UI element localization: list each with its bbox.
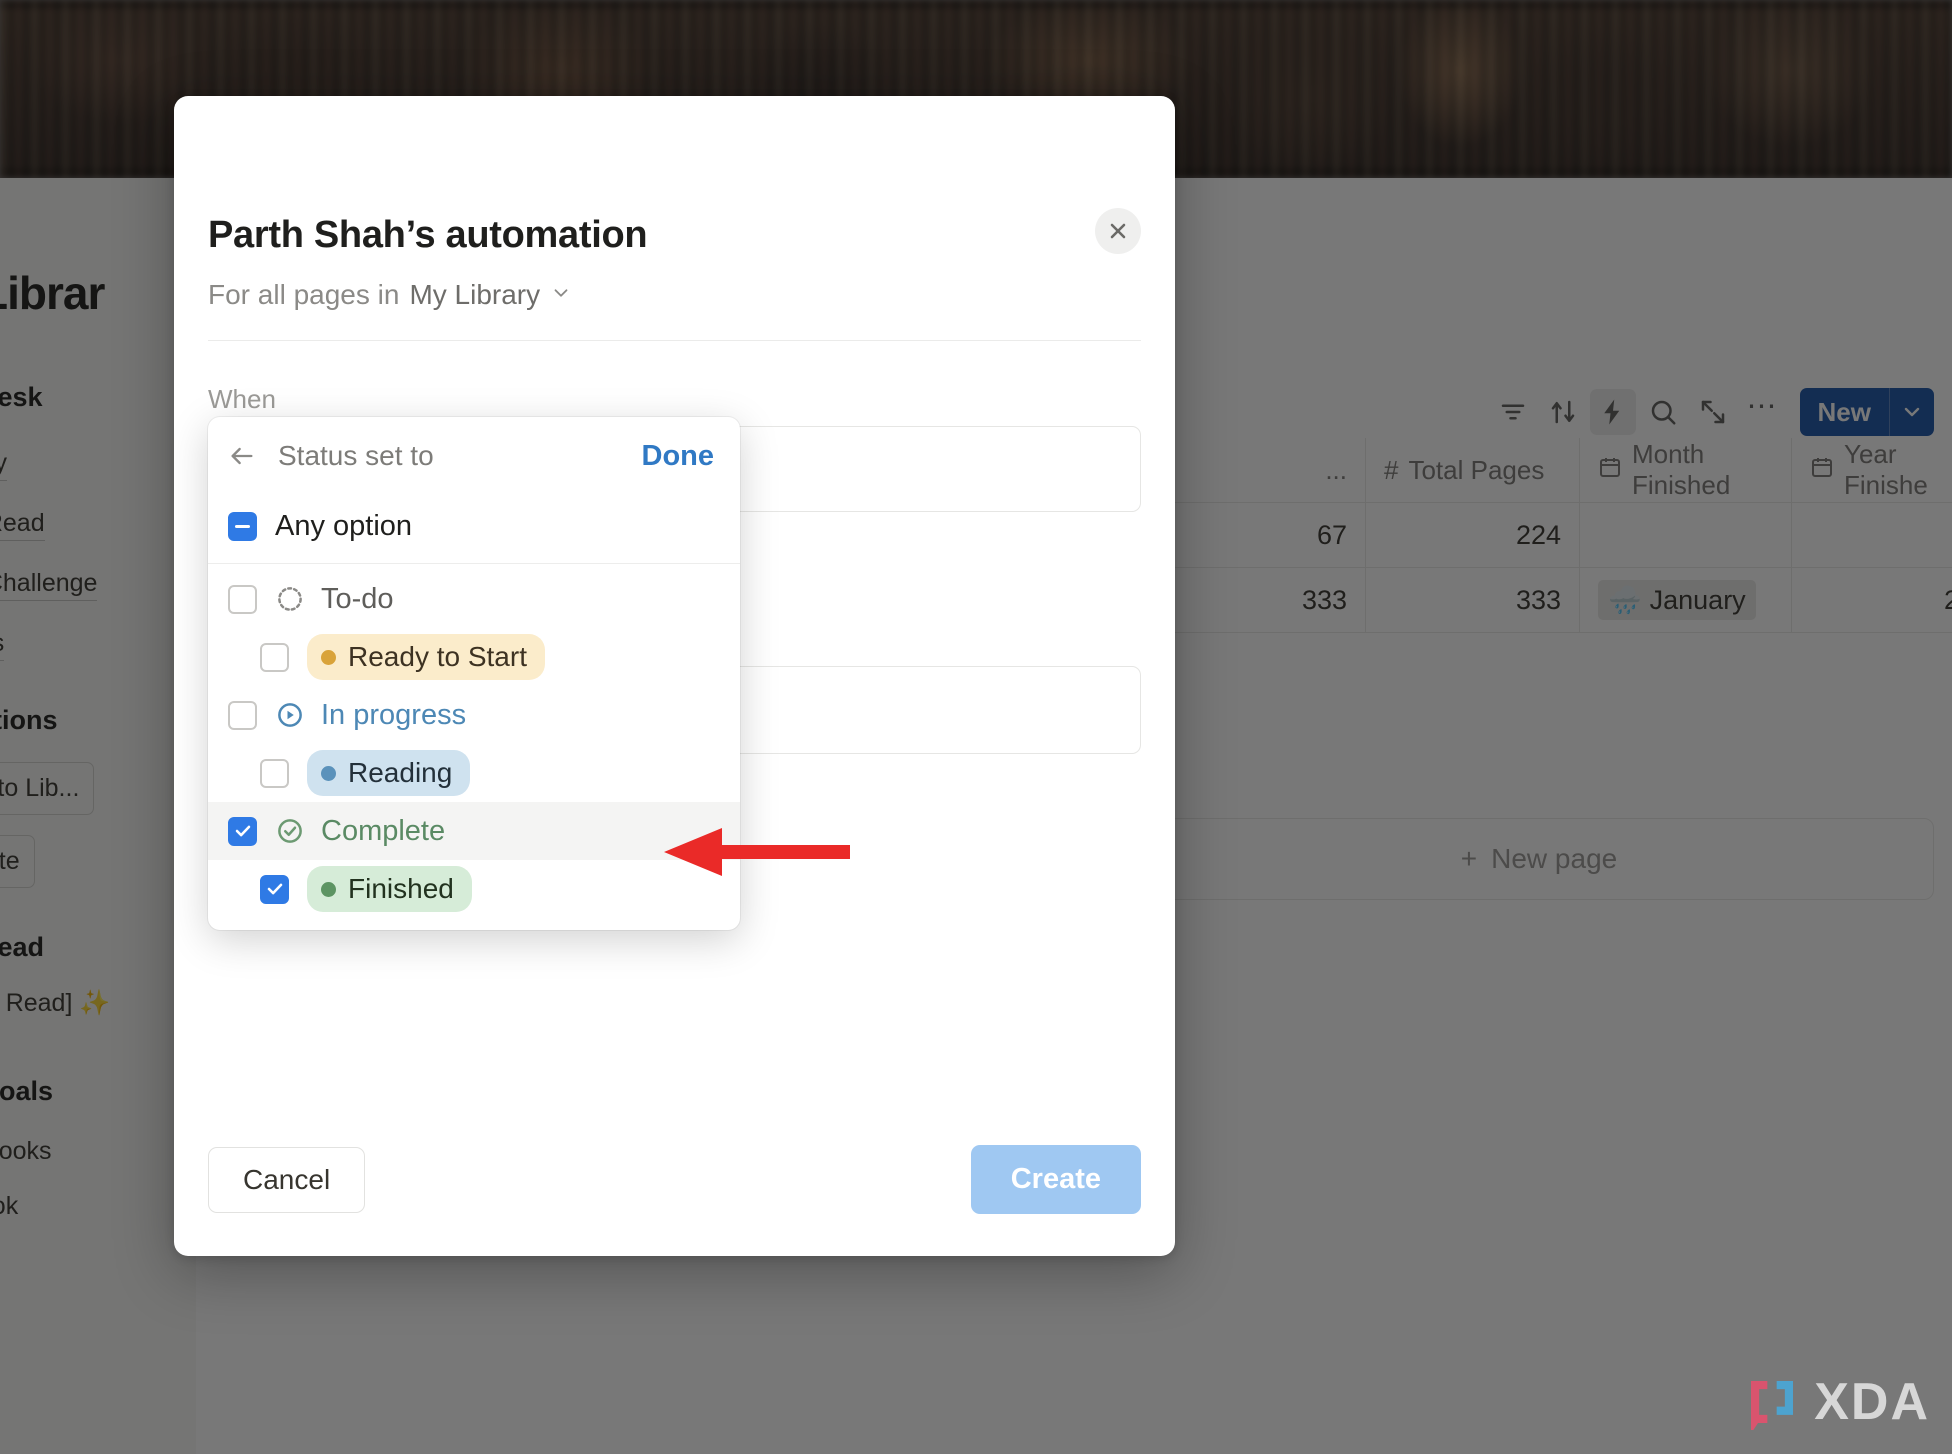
status-dot-icon (321, 882, 336, 897)
plus-icon: + (1461, 843, 1477, 875)
sidebar-heading-goals: Goals (0, 1076, 53, 1106)
checkbox-complete[interactable] (228, 817, 257, 846)
pill-label: Finished (348, 873, 454, 905)
play-circle-icon (275, 700, 309, 730)
pill-label: Reading (348, 757, 452, 789)
rain-cloud-icon: 🌧️ (1608, 584, 1642, 616)
option-row-todo[interactable]: To-do (208, 570, 740, 628)
status-dot-icon (321, 766, 336, 781)
lightning-icon[interactable] (1590, 389, 1636, 435)
sidebar-item-downloads[interactable]: ads (0, 629, 4, 661)
checkbox-ready-to-start[interactable] (260, 643, 289, 672)
page-title: Librar (0, 266, 180, 320)
status-dot-icon (321, 650, 336, 665)
cell-year-finished[interactable] (1792, 503, 1952, 567)
sidebar-item-reading-challenge[interactable]: g Challenge (0, 569, 97, 601)
close-icon[interactable] (1095, 208, 1141, 254)
chevron-down-icon[interactable] (1890, 388, 1934, 436)
sidebar-item-books-goal[interactable]: o books (0, 1137, 52, 1165)
checkbox-any-option[interactable] (228, 512, 257, 541)
screenshot-root: Librar Desk rary o Read g Challenge ads … (0, 0, 1952, 1454)
modal-subtitle: For all pages in My Library (208, 279, 572, 311)
expand-icon[interactable] (1690, 389, 1736, 435)
column-header-year-finished[interactable]: Year Finishe (1792, 438, 1952, 502)
back-arrow-icon[interactable] (228, 442, 268, 470)
database-selector-label[interactable]: My Library (409, 279, 540, 311)
sidebar-item-desk[interactable]: Desk (0, 382, 43, 412)
status-pill-ready-to-start: Ready to Start (307, 634, 545, 680)
dotted-circle-icon (275, 584, 309, 614)
option-row-ready-to-start[interactable]: Ready to Start (208, 628, 740, 686)
new-button[interactable]: New (1800, 388, 1934, 436)
any-option-label: Any option (275, 510, 412, 543)
column-header-month-finished[interactable]: Month Finished (1580, 438, 1792, 502)
group-label-in-progress: In progress (321, 699, 466, 732)
more-icon[interactable]: ⋯ (1740, 389, 1786, 435)
chevron-down-icon[interactable] (550, 279, 572, 311)
calendar-icon (1598, 455, 1622, 486)
modal-footer: Cancel Create (208, 1145, 1141, 1214)
option-row-reading[interactable]: Reading (208, 744, 740, 802)
divider (208, 340, 1141, 341)
search-icon[interactable] (1640, 389, 1686, 435)
done-button[interactable]: Done (642, 440, 715, 473)
cell-total-pages[interactable]: 224 (1366, 503, 1580, 567)
checkbox-finished[interactable] (260, 875, 289, 904)
pill-label: Ready to Start (348, 641, 527, 673)
sidebar-heading-actions: ctions (0, 705, 58, 735)
xda-logo-icon (1744, 1374, 1800, 1430)
xda-watermark: XDA (1744, 1372, 1930, 1432)
checkbox-in-progress[interactable] (228, 701, 257, 730)
annotation-arrow-icon (650, 812, 850, 892)
xda-wordmark: XDA (1814, 1372, 1930, 1432)
cell-total-pages[interactable]: 333 (1366, 568, 1580, 632)
dropdown-header: Status set to Done (208, 417, 740, 495)
checkbox-todo[interactable] (228, 585, 257, 614)
sidebar-heading-read: Read (0, 932, 44, 962)
sort-icon[interactable] (1540, 389, 1586, 435)
status-pill-reading: Reading (307, 750, 470, 796)
hash-icon: # (1384, 455, 1398, 486)
new-page-label: New page (1491, 843, 1617, 875)
modal-title: Parth Shah’s automation (208, 214, 647, 257)
new-page-button[interactable]: + New page (1144, 818, 1934, 900)
cell-month-finished[interactable] (1580, 503, 1792, 567)
cell-year-finished[interactable]: 20 (1792, 568, 1952, 632)
check-circle-icon (275, 816, 309, 846)
subtitle-prefix: For all pages in (208, 279, 399, 311)
create-button[interactable]: Create (971, 1145, 1141, 1214)
option-row-any[interactable]: Any option (208, 495, 740, 557)
divider (208, 563, 740, 564)
dropdown-title: Status set to (278, 440, 642, 472)
sidebar-item-library[interactable]: rary (0, 449, 7, 481)
cancel-button[interactable]: Cancel (208, 1147, 365, 1213)
sidebar-item-book-goal[interactable]: book (0, 1192, 18, 1220)
new-button-label: New (1800, 388, 1889, 436)
sidebar-item-current-read[interactable]: ent Read] ✨ (0, 989, 110, 1017)
sidebar-item-to-read[interactable]: o Read (0, 509, 45, 541)
cell-month-finished[interactable]: 🌧️ January (1580, 568, 1792, 632)
when-section-label: When (208, 384, 276, 415)
group-label-complete: Complete (321, 815, 445, 848)
option-row-in-progress[interactable]: In progress (208, 686, 740, 744)
filter-icon[interactable] (1490, 389, 1536, 435)
status-pill-finished: Finished (307, 866, 472, 912)
month-badge: 🌧️ January (1598, 580, 1756, 620)
checkbox-reading[interactable] (260, 759, 289, 788)
database-toolbar: ⋯ New (1490, 388, 1934, 436)
sidebar-button-quote[interactable]: uote (0, 835, 35, 888)
column-header-total-pages[interactable]: # Total Pages (1366, 438, 1580, 502)
sidebar-button-add-to-library[interactable]: le to Lib... (0, 762, 94, 815)
calendar-icon (1810, 455, 1834, 486)
group-label-todo: To-do (321, 583, 394, 616)
sidebar: Librar Desk rary o Read g Challenge ads … (0, 178, 196, 1454)
